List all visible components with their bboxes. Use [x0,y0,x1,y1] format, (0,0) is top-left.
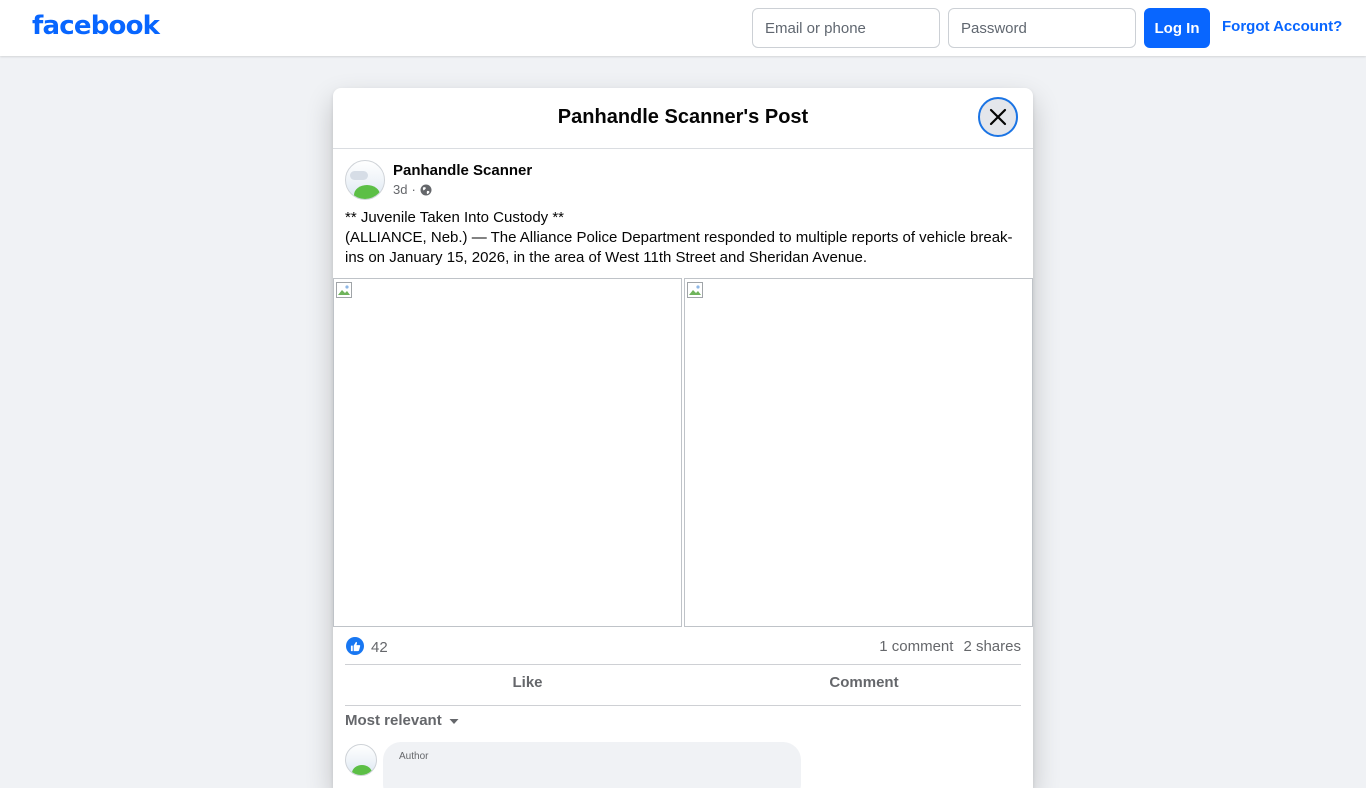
password-input[interactable] [948,8,1136,48]
facebook-logo[interactable]: facebook [32,11,160,41]
post-text-body: (ALLIANCE, Neb.) — The Alliance Police D… [345,229,1013,266]
dialog-header: Panhandle Scanner's Post [333,88,1033,149]
post-text-headline: ** Juvenile Taken Into Custody ** [345,209,565,226]
comment-count[interactable]: 1 comment [879,638,953,655]
dialog-title: Panhandle Scanner's Post [557,106,809,128]
broken-image-icon [336,282,352,298]
commenter-avatar[interactable] [345,744,377,776]
post-image-1[interactable] [333,278,682,627]
author-name[interactable]: Panhandle Scanner [393,162,532,179]
like-count[interactable]: 42 [371,639,388,656]
post-image-2[interactable] [684,278,1033,627]
like-reaction-icon[interactable] [346,637,364,655]
forgot-account-link[interactable]: Forgot Account? [1222,18,1342,35]
share-count[interactable]: 2 shares [963,638,1021,655]
close-icon [989,108,1007,126]
close-button[interactable] [978,97,1018,137]
globe-icon [420,184,432,195]
post-dialog: Panhandle Scanner's Post Panhandle Scann… [333,88,1033,788]
divider [345,705,1021,706]
post-time[interactable]: 3d [393,182,407,197]
reactions-row: 42 1 comment 2 shares [345,636,1021,658]
post-meta: 3d · [393,182,432,197]
comment-button[interactable]: Comment [670,674,1033,696]
author-avatar[interactable] [345,160,385,200]
login-button[interactable]: Log In [1144,8,1210,48]
thumbs-up-icon [350,641,360,651]
top-bar: facebook Log In Forgot Account? [0,0,1366,56]
comment-sort-dropdown[interactable]: Most relevant [345,712,460,729]
divider [345,664,1021,665]
author-badge: Author [399,751,429,762]
meta-separator: · [411,182,416,197]
caret-down-icon [449,718,459,724]
comment-bubble: Author [383,742,801,788]
email-input[interactable] [752,8,940,48]
engagement-counts: 1 comment 2 shares [879,638,1021,655]
broken-image-icon [687,282,703,298]
post-text: ** Juvenile Taken Into Custody ** (ALLIA… [345,208,1015,268]
sort-label: Most relevant [345,712,442,729]
like-button[interactable]: Like [345,674,710,696]
